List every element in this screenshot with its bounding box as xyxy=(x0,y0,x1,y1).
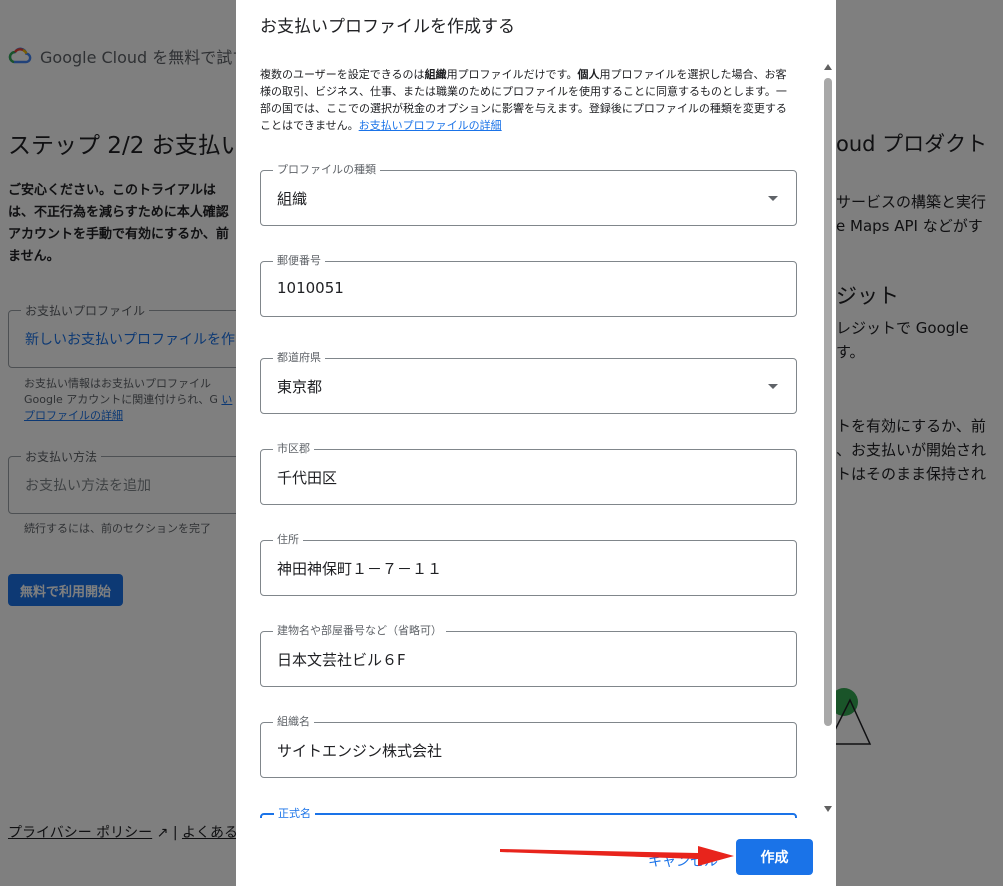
dialog-title: お支払いプロファイルを作成する xyxy=(260,17,515,37)
intro-bold-individual: 個人 xyxy=(577,68,600,81)
city-value: 千代田区 xyxy=(277,469,338,487)
dialog-scroll-area[interactable]: 複数のユーザーを設定できるのは組織用プロファイルだけです。個人用プロファイルを選… xyxy=(236,56,836,818)
profile-type-value: 組織 xyxy=(277,190,308,208)
dialog-scrollbar[interactable] xyxy=(822,56,834,818)
address-label: 住所 xyxy=(273,533,303,547)
prefecture-select[interactable]: 都道府県 東京都 xyxy=(260,351,797,414)
prefecture-value: 東京都 xyxy=(277,378,323,396)
building-label: 建物名や部屋番号など（省略可） xyxy=(273,624,446,638)
city-field[interactable]: 市区郡 千代田区 xyxy=(260,442,797,505)
address-value: 神田神保町１－７－１１ xyxy=(277,560,443,578)
profile-type-label: プロファイルの種類 xyxy=(273,163,380,177)
intro-bold-organization: 組織 xyxy=(424,68,447,81)
organization-name-label: 組織名 xyxy=(273,715,314,729)
create-button[interactable]: 作成 xyxy=(736,839,813,875)
dialog-intro: 複数のユーザーを設定できるのは組織用プロファイルだけです。個人用プロファイルを選… xyxy=(260,66,792,134)
dropdown-arrow-icon xyxy=(768,196,778,201)
scroll-down-arrow-icon[interactable] xyxy=(824,806,832,812)
intro-text-2: 用プロファイルだけです。 xyxy=(446,68,578,81)
organization-name-field[interactable]: 組織名 サイトエンジン株式会社 xyxy=(260,715,797,778)
scroll-thumb[interactable] xyxy=(824,78,832,726)
payment-profile-details-link[interactable]: お支払いプロファイルの詳細 xyxy=(359,119,502,132)
city-label: 市区郡 xyxy=(273,442,314,456)
address-field[interactable]: 住所 神田神保町１－７－１１ xyxy=(260,533,797,596)
building-field[interactable]: 建物名や部屋番号など（省略可） 日本文芸社ビル６F xyxy=(260,624,797,687)
annotation-arrow-icon xyxy=(500,846,734,866)
building-value: 日本文芸社ビル６F xyxy=(277,651,406,669)
scroll-up-arrow-icon[interactable] xyxy=(824,64,832,70)
organization-name-value: サイトエンジン株式会社 xyxy=(277,742,443,760)
intro-text-1: 複数のユーザーを設定できるのは xyxy=(260,68,425,81)
create-payment-profile-dialog: お支払いプロファイルを作成する 複数のユーザーを設定できるのは組織用プロファイル… xyxy=(236,0,836,886)
prefecture-label: 都道府県 xyxy=(273,351,325,365)
dropdown-arrow-icon xyxy=(768,384,778,389)
postal-code-value: 1010051 xyxy=(277,279,344,297)
postal-code-field[interactable]: 郵便番号 1010051 xyxy=(260,254,797,317)
postal-code-label: 郵便番号 xyxy=(273,254,325,268)
legal-name-label: 正式名 xyxy=(274,807,315,818)
profile-type-select[interactable]: プロファイルの種類 組織 xyxy=(260,163,797,226)
